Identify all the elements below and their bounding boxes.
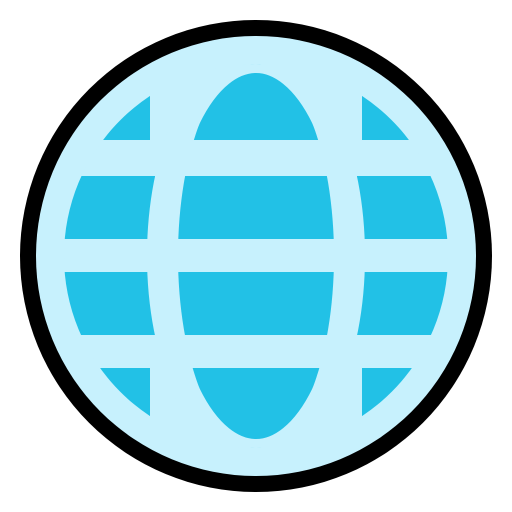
- globe-icon: [20, 20, 492, 492]
- latitude-bottom: [64, 335, 448, 368]
- latitude-middle: [64, 239, 448, 272]
- segment-center-upper-mid: [178, 176, 334, 239]
- segment-center-lower-mid: [178, 272, 334, 335]
- globe-icon-container: [0, 0, 512, 512]
